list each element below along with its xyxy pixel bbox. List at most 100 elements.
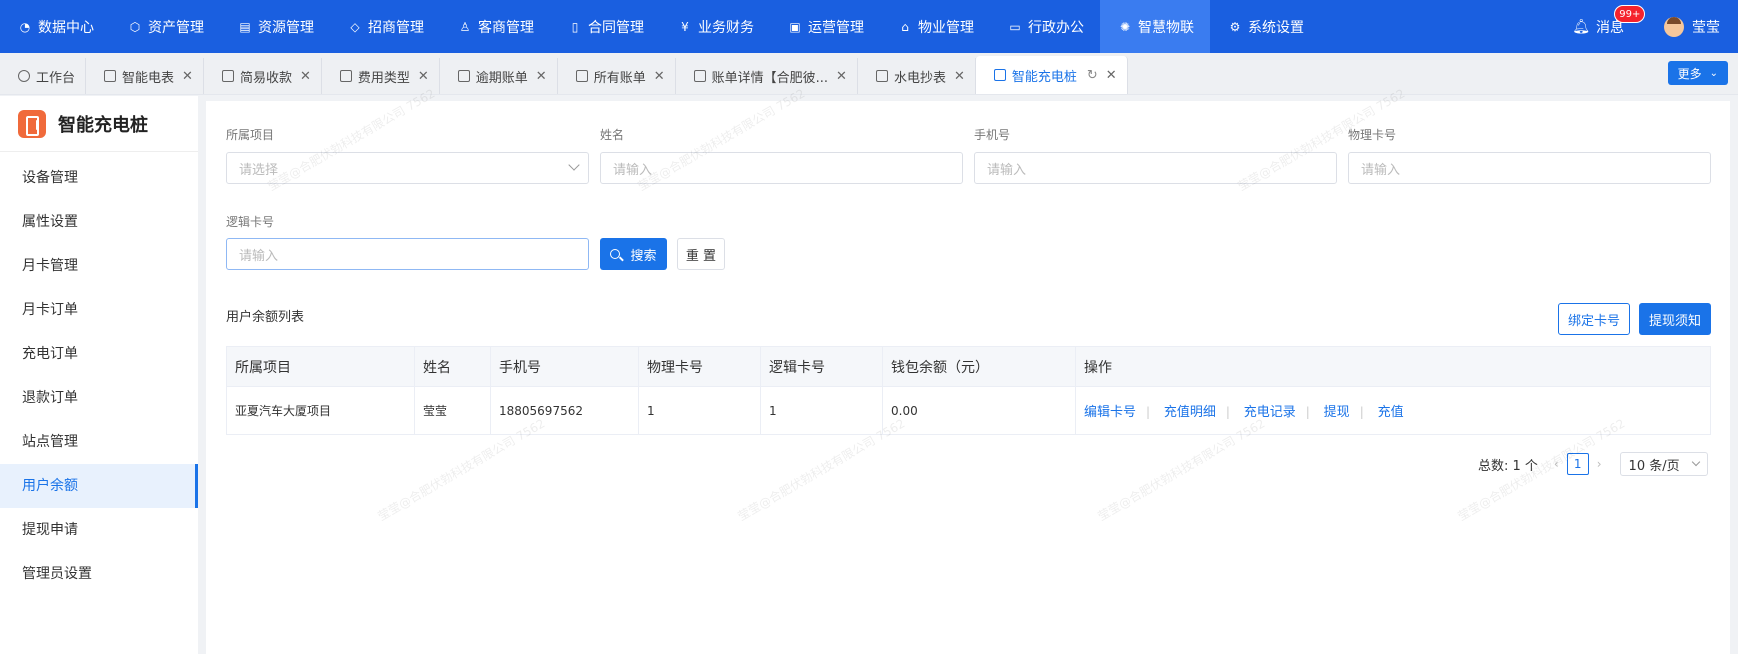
close-icon[interactable]: ✕ [182,69,193,84]
project-select[interactable]: 请选择 [226,152,589,184]
edit-card-link[interactable]: 编辑卡号 [1084,405,1136,420]
withdraw-notice-button[interactable]: 提现须知 [1639,303,1711,335]
close-icon[interactable]: ✕ [654,69,665,84]
list-title: 用户余额列表 [226,310,305,325]
sidebar-item-station[interactable]: 站点管理 [0,420,198,464]
sidebar-item-admin[interactable]: 管理员设置 [0,552,198,596]
table-row: 亚夏汽车大厦项目 莹莹 18805697562 1 1 0.00 编辑卡号 | 充… [226,386,1711,435]
search-button[interactable]: 搜索 [600,238,667,270]
nav-data-center[interactable]: ◔ 数据中心 [0,0,110,53]
close-icon[interactable]: ✕ [300,69,311,84]
tab-smart-charging[interactable]: 智能充电桩 ↻ ✕ [975,56,1128,94]
close-icon[interactable]: ✕ [536,69,547,84]
name-input[interactable]: 请输入 [600,152,963,184]
iot-icon: ✺ [1119,19,1131,34]
nav-label: 运营管理 [808,19,864,36]
nav-customer[interactable]: ♙ 客商管理 [440,0,550,53]
search-icon [610,249,621,259]
tab-label: 水电抄表 [893,70,946,86]
refresh-icon[interactable]: ↻ [1087,68,1098,83]
chart-icon: ▣ [789,19,801,34]
cell-name: 莹莹 [414,386,491,435]
nav-label: 系统设置 [1248,19,1304,36]
nav-operation[interactable]: ▣ 运营管理 [770,0,880,53]
nav-resource[interactable]: ▤ 资源管理 [220,0,330,53]
cell-logic-card: 1 [760,386,883,435]
tab-label: 逾期账单 [475,70,528,86]
nav-label: 资源管理 [258,19,314,36]
more-tabs-button[interactable]: 更多 ⌄ [1667,61,1728,85]
next-page-icon[interactable]: › [1597,457,1602,471]
main-content: 所属项目 请选择 姓名 请输入 手机号 请输入 物理卡号 请输入 逻辑卡号 请输… [206,86,1730,654]
tab-overdue-bill[interactable]: 逾期账单 ✕ [440,58,558,94]
physical-card-input[interactable]: 请输入 [1348,152,1711,184]
nav-asset[interactable]: ⬡ 资产管理 [110,0,220,53]
col-logic-card: 逻辑卡号 [760,346,883,387]
close-icon[interactable]: ✕ [1106,68,1117,83]
recharge-link[interactable]: 充值 [1378,405,1404,420]
tab-all-bills[interactable]: 所有账单 ✕ [558,58,676,94]
tab-bar: 工作台 智能电表 ✕ 简易收款 ✕ 费用类型 ✕ 逾期账单 ✕ 所有账单 ✕ 账单详情【合… [0,53,1738,95]
users-icon: ♙ [459,19,471,34]
recharge-detail-link[interactable]: 充值明细 [1164,405,1216,420]
document-icon [693,70,706,82]
sidebar-item-attribute[interactable]: 属性设置 [0,200,198,244]
tab-simple-receipt[interactable]: 简易收款 ✕ [204,58,322,94]
sidebar-item-charge-order[interactable]: 充电订单 [0,332,198,376]
prev-page-icon[interactable]: ‹ [1554,457,1559,471]
reset-button[interactable]: 重 置 [677,238,725,270]
tab-workbench[interactable]: 工作台 [0,58,87,94]
table-header-row: 所属项目 姓名 手机号 物理卡号 逻辑卡号 钱包余额（元） 操作 [226,346,1711,387]
nav-smart-iot[interactable]: ✺ 智慧物联 [1100,0,1210,53]
logic-card-input[interactable]: 请输入 [226,238,589,270]
user-balance-table: 所属项目 姓名 手机号 物理卡号 逻辑卡号 钱包余额（元） 操作 亚夏汽车大厦项… [226,346,1711,435]
close-icon[interactable]: ✕ [954,69,965,84]
withdraw-link[interactable]: 提现 [1324,405,1350,420]
physical-card-placeholder: 请输入 [1361,162,1401,178]
divider: | [1146,405,1151,419]
col-balance: 钱包余额（元） [882,346,1076,387]
close-icon[interactable]: ✕ [836,69,847,84]
user-menu[interactable]: 莹莹 [1664,16,1720,37]
divider: | [1225,405,1230,419]
gear-icon: ⚙ [1229,19,1241,34]
tab-meter-reading[interactable]: 水电抄表 ✕ [858,58,976,94]
sidebar-item-monthly-order[interactable]: 月卡订单 [0,288,198,332]
tab-bill-detail[interactable]: 账单详情【合肥彼... ✕ [676,58,858,94]
charging-pile-icon [18,109,46,138]
nav-label: 招商管理 [368,19,424,36]
nav-finance[interactable]: ¥ 业务财务 [660,0,770,53]
sidebar-header: 智能充电桩 [0,96,198,152]
tag-icon [221,70,234,82]
phone-label: 手机号 [974,128,1011,142]
sidebar-item-withdraw[interactable]: 提现申请 [0,508,198,552]
nav-system-settings[interactable]: ⚙ 系统设置 [1210,0,1320,53]
nav-label: 数据中心 [38,19,94,36]
nav-property[interactable]: ⌂ 物业管理 [880,0,990,53]
col-actions: 操作 [1075,346,1711,387]
bind-card-button[interactable]: 绑定卡号 [1558,303,1630,335]
nav-contract[interactable]: ▯ 合同管理 [550,0,660,53]
divider: | [1359,405,1364,419]
phone-input[interactable]: 请输入 [974,152,1337,184]
tab-fee-type[interactable]: 费用类型 ✕ [322,58,440,94]
tab-smart-meter[interactable]: 智能电表 ✕ [86,58,204,94]
nav-label: 智慧物联 [1138,19,1194,36]
nav-label: 合同管理 [588,19,644,36]
page-number[interactable]: 1 [1566,453,1589,475]
sidebar-item-refund-order[interactable]: 退款订单 [0,376,198,420]
page-size-select[interactable]: 10 条/页 [1619,452,1708,476]
sidebar-item-monthly-card[interactable]: 月卡管理 [0,244,198,288]
message-button[interactable]: 🔔︎ 消息 99+ [1572,4,1646,37]
nav-investment[interactable]: ◇ 招商管理 [330,0,440,53]
project-label: 所属项目 [226,128,275,142]
name-label: 姓名 [600,128,625,142]
charge-record-link[interactable]: 充电记录 [1244,405,1296,420]
sidebar-item-user-balance[interactable]: 用户余额 [0,464,198,508]
close-icon[interactable]: ✕ [418,69,429,84]
nav-admin-office[interactable]: ▭ 行政办公 [990,0,1100,53]
sidebar: 智能充电桩 设备管理 属性设置 月卡管理 月卡订单 充电订单 退款订单 站点管理… [0,96,198,654]
pagination: 总数: 1 个 ‹ 1 › 10 条/页 [1478,452,1708,476]
sidebar-title: 智能充电桩 [58,114,148,136]
sidebar-item-device[interactable]: 设备管理 [0,156,198,200]
